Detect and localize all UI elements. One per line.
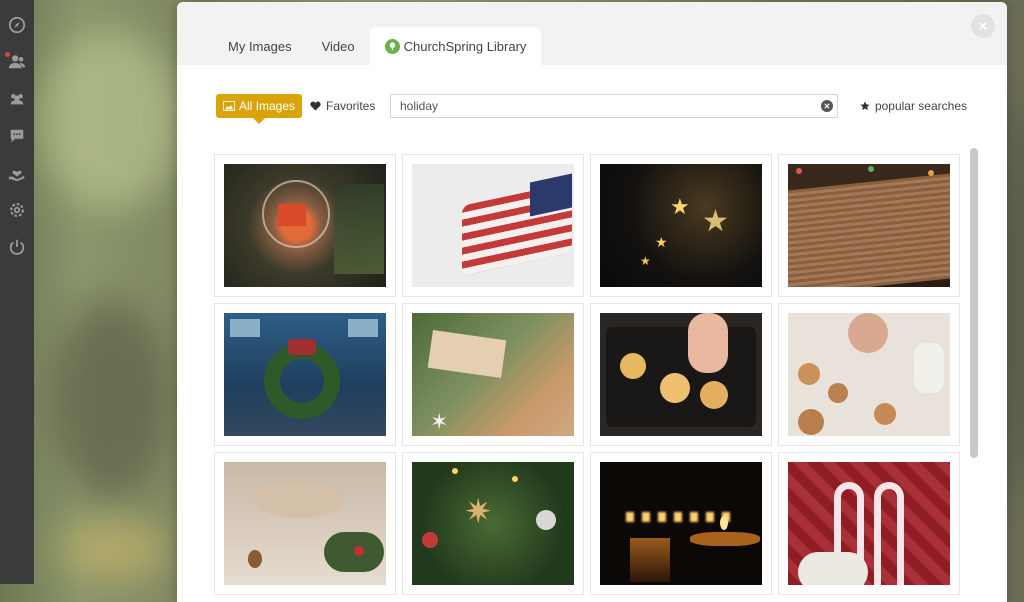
star-icon [860,101,870,111]
compass-icon[interactable] [0,6,34,43]
groups-icon[interactable] [0,80,34,117]
scrollbar[interactable] [969,148,979,588]
image-thumbnail: ★ ★ ★ ★ [600,164,762,287]
all-images-button[interactable]: All Images [216,94,302,124]
people-icon[interactable] [0,43,34,80]
tab-churchspring-library[interactable]: ChurchSpring Library [369,27,542,65]
background-blur [40,30,180,210]
favorites-label: Favorites [326,99,376,113]
search-input[interactable] [390,94,838,118]
image-card[interactable] [590,452,772,595]
giving-hand-icon[interactable] [0,154,34,191]
image-card[interactable] [778,154,960,297]
background-blur [1005,100,1024,500]
modal-header: My Images Video ChurchSpring Library [177,2,1007,65]
image-card[interactable] [778,303,960,446]
image-card[interactable] [402,154,584,297]
all-images-label: All Images [238,99,296,113]
heart-icon [310,101,321,111]
clear-search-button[interactable] [821,100,833,112]
image-icon [223,101,235,111]
image-thumbnail [412,164,574,287]
background-blur [50,300,170,500]
image-card[interactable] [214,154,396,297]
tab-label: My Images [228,38,292,54]
image-card[interactable] [778,452,960,595]
filter-bar: All Images Favorites popular searches [216,94,967,124]
image-thumbnail: ✷ [412,462,574,585]
image-thumbnail [224,164,386,287]
power-icon[interactable] [0,228,34,265]
notification-dot [5,52,10,57]
favorites-button[interactable]: Favorites [310,94,375,118]
tab-my-images[interactable]: My Images [213,27,307,65]
image-card[interactable] [214,303,396,446]
image-card[interactable]: ★ ★ ★ ★ [590,154,772,297]
close-icon [824,103,830,109]
image-thumbnail [224,313,386,436]
tab-label: Video [321,38,355,54]
close-icon [979,22,987,30]
image-thumbnail [224,462,386,585]
chat-icon[interactable] [0,117,34,154]
image-card[interactable]: ✶ [402,303,584,446]
scrollbar-thumb[interactable] [970,148,978,458]
side-navigation [0,0,34,584]
close-button[interactable] [971,14,995,38]
tab-video[interactable]: Video [307,27,370,65]
image-thumbnail [788,462,950,585]
image-thumbnail: ✶ [412,313,574,436]
popular-searches-label: popular searches [874,99,967,113]
image-card[interactable] [214,452,396,595]
image-thumbnail [788,164,950,287]
image-grid: ★ ★ ★ ★ ✶ ✷ [214,154,962,595]
background-blur [60,520,170,580]
settings-icon[interactable] [0,191,34,228]
popular-searches-link[interactable]: popular searches [860,94,967,118]
image-thumbnail [788,313,950,436]
image-thumbnail [600,462,762,585]
image-picker-modal: My Images Video ChurchSpring Library All… [177,2,1007,602]
image-thumbnail [600,313,762,436]
image-card[interactable]: ✷ [402,452,584,595]
image-card[interactable] [590,303,772,446]
tab-bar: My Images Video ChurchSpring Library [213,27,542,65]
tree-icon [384,38,400,54]
tab-label: ChurchSpring Library [403,38,527,54]
